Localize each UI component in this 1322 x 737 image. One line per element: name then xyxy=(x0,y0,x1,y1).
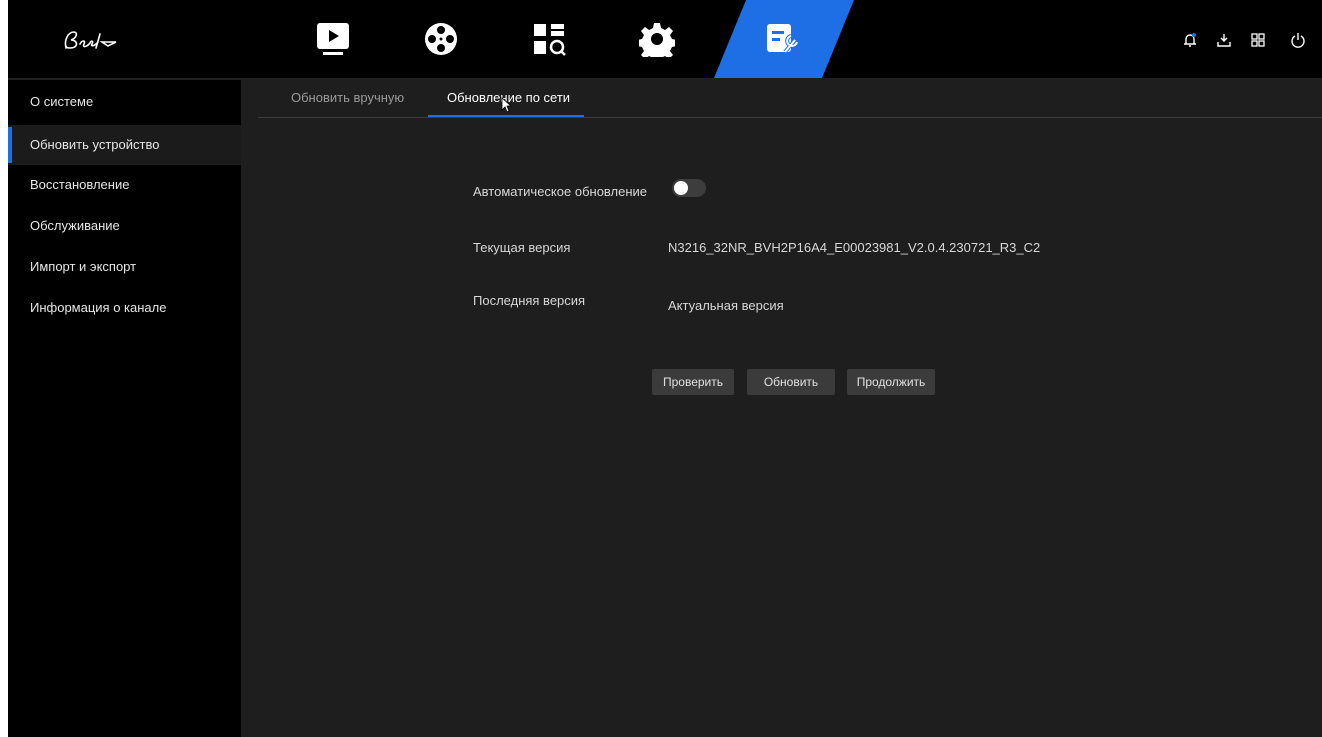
download-icon[interactable] xyxy=(1214,30,1234,50)
sidebar-item-label: Обслуживание xyxy=(30,218,120,233)
sidebar-item-label: Импорт и экспорт xyxy=(30,259,137,274)
bestlp-logo xyxy=(60,26,120,54)
continue-button[interactable]: Продолжить xyxy=(847,369,935,395)
latest-version-label: Последняя версия xyxy=(473,293,586,308)
sidebar-item-label: О системе xyxy=(30,94,94,109)
sidebar-item-label: Обновить устройство xyxy=(30,137,160,152)
search-grid-icon[interactable] xyxy=(504,0,594,78)
tab-divider xyxy=(258,117,1322,118)
mouse-cursor-icon xyxy=(501,97,513,113)
sidebar-item-import-export[interactable]: Импорт и экспорт xyxy=(8,247,241,287)
playback-icon[interactable] xyxy=(288,0,378,78)
sidebar-item-about[interactable]: О системе xyxy=(8,82,241,122)
auto-update-label: Автоматическое обновление xyxy=(473,184,648,199)
sidebar-item-restore[interactable]: Восстановление xyxy=(8,165,241,205)
update-button[interactable]: Обновить xyxy=(747,369,835,395)
sidebar-item-label: Восстановление xyxy=(30,177,130,192)
screen: О системе Обновить устройство Восстановл… xyxy=(8,0,1322,737)
maintenance-icon[interactable] xyxy=(738,0,828,78)
gear-icon[interactable] xyxy=(612,0,702,78)
latest-version-value: Актуальная версия xyxy=(668,298,784,313)
film-reel-icon[interactable] xyxy=(396,0,486,78)
current-version-label: Текущая версия xyxy=(473,240,571,255)
sidebar-item-maintenance[interactable]: Обслуживание xyxy=(8,206,241,246)
tab-manual-update[interactable]: Обновить вручную xyxy=(291,90,404,118)
top-bar xyxy=(8,0,1322,78)
sidebar-item-label: Информация о канале xyxy=(30,300,167,315)
sidebar: О системе Обновить устройство Восстановл… xyxy=(8,80,241,737)
auto-update-toggle[interactable] xyxy=(672,179,706,197)
tab-active-indicator xyxy=(428,115,584,117)
sidebar-item-channel-info[interactable]: Информация о канале xyxy=(8,288,241,328)
bell-icon[interactable] xyxy=(1180,30,1200,50)
grid-icon[interactable] xyxy=(1248,30,1268,50)
power-icon[interactable] xyxy=(1288,30,1308,50)
sidebar-item-update-device[interactable]: Обновить устройство xyxy=(8,125,241,165)
check-button[interactable]: Проверить xyxy=(652,369,734,395)
toggle-knob xyxy=(674,181,688,195)
current-version-value: N3216_32NR_BVH2P16A4_E00023981_V2.0.4.23… xyxy=(668,240,1041,255)
